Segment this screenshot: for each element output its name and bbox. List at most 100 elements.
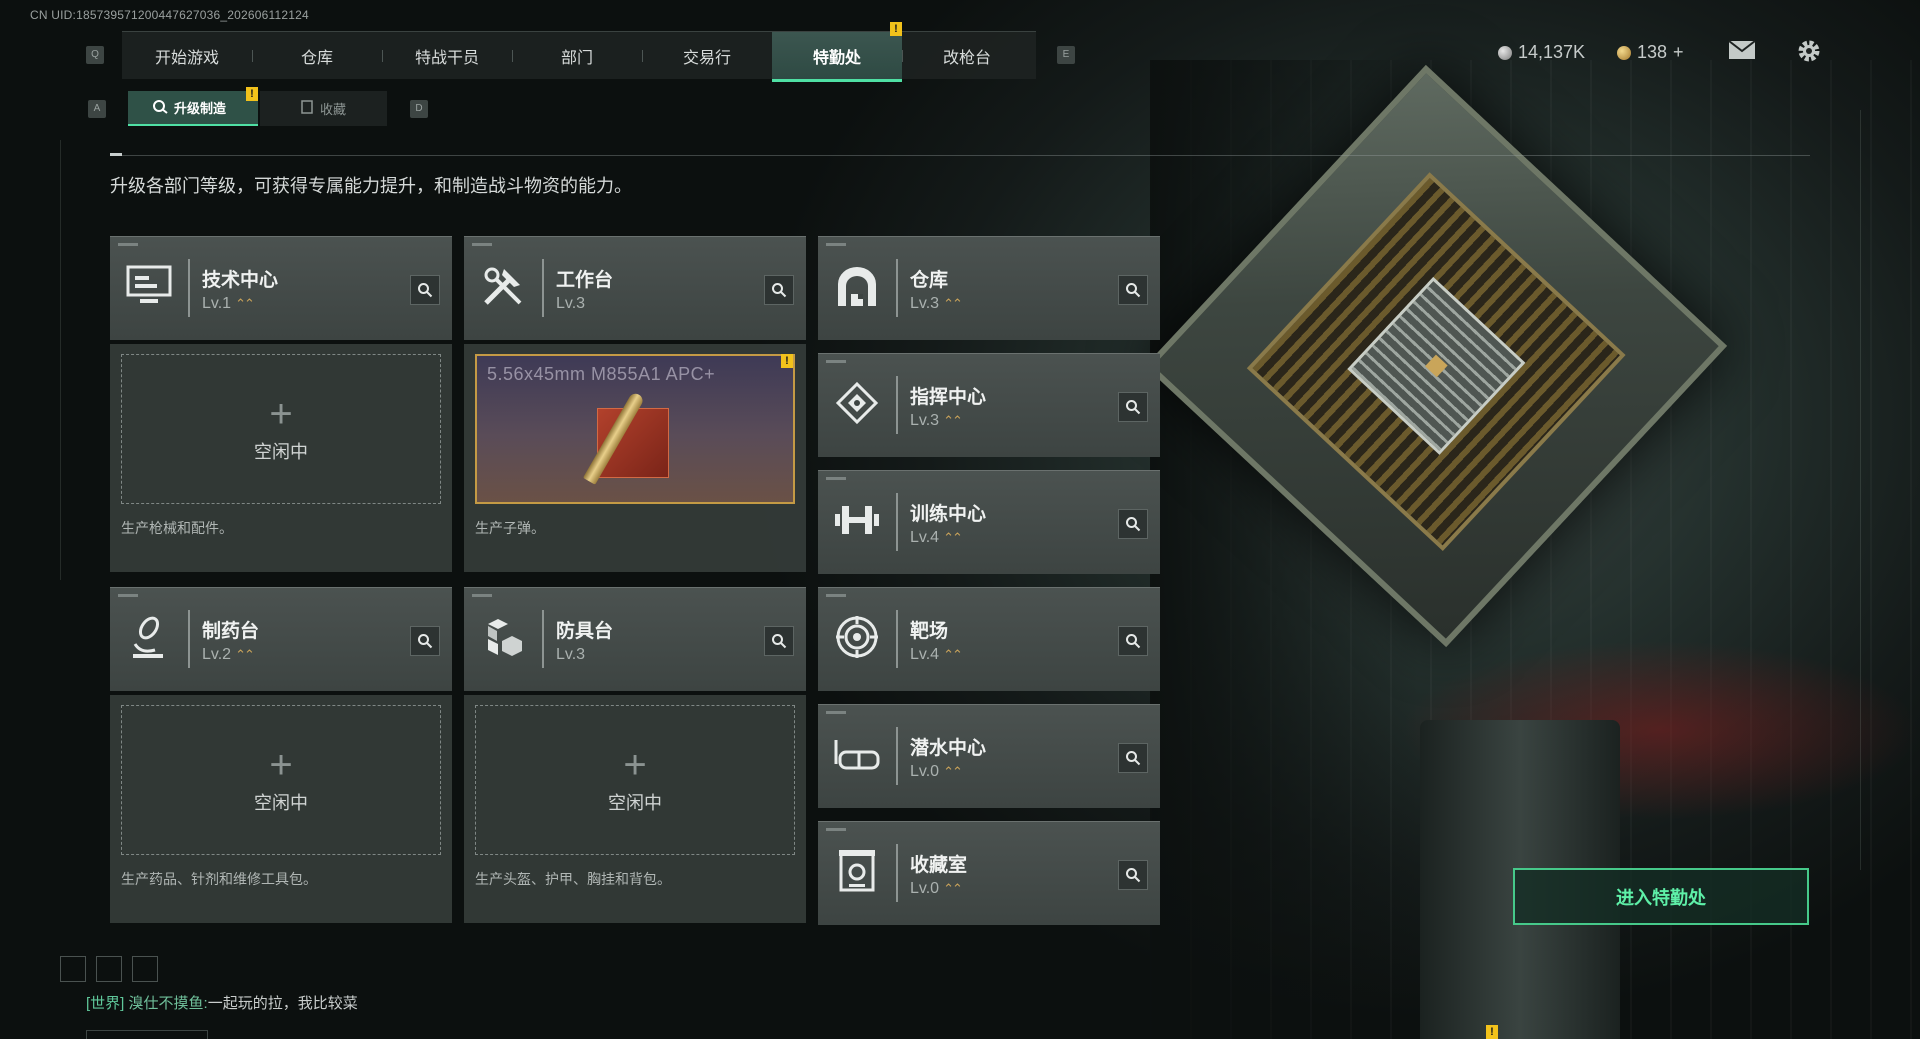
upgrade-arrows-icon: ⌃⌃ [235,296,255,311]
armor-cubes-icon [478,612,528,662]
tab-start-game[interactable]: 开始游戏 [122,32,252,79]
gold-currency[interactable]: 138 + [1617,42,1684,63]
chat-expand-button[interactable] [86,1030,208,1039]
tab-special-ops[interactable]: 特勤处 ! [772,22,902,82]
level-text: Lv.0 [910,880,940,897]
tools-icon [478,261,528,311]
add-plus-icon: + [623,743,647,787]
target-icon [832,612,882,662]
tab-departments[interactable]: 部门 [512,32,642,79]
crafting-item-name: 5.56x45mm M855A1 APC+ [487,364,716,384]
subtab-prev-key-hint: A [88,100,106,118]
card-separator [188,610,190,668]
main-nav: 开始游戏 仓库 特战干员 部门 交易行 特勤处 ! 改枪台 [122,22,1036,82]
tab-trading[interactable]: 交易行 [642,32,772,79]
gold-amount: 138 [1637,42,1668,62]
tab-label: 改枪台 [942,49,991,67]
inspect-search-button[interactable] [410,275,440,305]
dumbbell-icon [832,495,882,545]
subtab-upgrade-craft[interactable]: 升级制造 ! [128,87,258,126]
production-slot-ammo[interactable]: 5.56x45mm M855A1 APC+ ! [475,354,795,504]
quick-slot[interactable] [96,956,122,982]
upgrade-arrows-icon: ⌃⌃ [943,413,963,428]
facility-name: 技术中心 [202,270,279,291]
chat-message: 一起玩的拉，我比较菜 [207,995,358,1012]
user-uid: CN UID:1857395712004476270­36_2026061121… [30,8,309,22]
production-slot-armor[interactable]: + 空闲中 [475,705,795,855]
settings-gear-icon[interactable] [1796,38,1822,70]
search-icon [1126,868,1141,883]
add-gold-button[interactable]: + [1673,42,1684,63]
upgrade-arrows-icon: ⌃⌃ [235,647,255,662]
facility-card-warehouse[interactable]: 仓库 Lv.3 ⌃⌃ [818,236,1160,340]
facility-card-collection-room[interactable]: 收藏室 Lv.0 ⌃⌃ [818,821,1160,925]
tab-warehouse[interactable]: 仓库 [252,32,382,79]
production-description: 生产药品、针剂和维修工具包。 [121,871,317,887]
slot-status: 空闲中 [608,793,662,813]
subtab-collection[interactable]: 收藏 [260,91,387,126]
inspect-search-button[interactable] [1118,392,1148,422]
facility-card-workbench[interactable]: 工作台 Lv.3 [464,236,806,340]
facility-card-pharmacy[interactable]: 制药台 Lv.2 ⌃⌃ [110,587,452,691]
search-icon [1126,400,1141,415]
facility-level: Lv.0 ⌃⌃ [910,763,963,781]
facility-name: 制药台 [202,621,260,642]
level-text: Lv.4 [910,529,940,546]
card-separator [896,610,898,668]
facility-level: Lv.3 ⌃⌃ [910,412,963,430]
facility-name: 收藏室 [910,855,968,876]
inspect-search-button[interactable] [1118,743,1148,773]
tab-gunsmith[interactable]: 改枪台 [902,32,1032,79]
facility-name: 潜水中心 [910,738,987,759]
level-text: Lv.1 [202,295,232,312]
tab-label: 特战干员 [414,49,479,67]
inspect-search-button[interactable] [1118,626,1148,656]
inspect-search-button[interactable] [764,275,794,305]
facility-card-training-center[interactable]: 训练中心 Lv.4 ⌃⌃ [818,470,1160,574]
upgrade-arrows-icon: ⌃⌃ [943,296,963,311]
tab-operators[interactable]: 特战干员 [382,32,512,79]
search-icon [772,283,787,298]
production-description: 生产头盔、护甲、胸挂和背包。 [475,871,671,887]
production-panel-tech: + 空闲中 生产枪械和配件。 [110,344,452,572]
production-description: 生产子弹。 [475,520,545,536]
facility-level: Lv.4 ⌃⌃ [910,646,963,664]
facility-name: 靶场 [910,621,949,642]
quick-slot[interactable] [132,956,158,982]
inspect-search-button[interactable] [1118,860,1148,890]
level-text: Lv.3 [556,646,586,663]
facility-level: Lv.1 ⌃⌃ [202,295,255,313]
enter-special-ops-button[interactable]: 进入特勤处 [1513,868,1809,925]
diving-mask-icon [832,729,882,779]
quick-slot[interactable] [60,956,86,982]
card-tag [826,360,846,363]
world-chat-line[interactable]: [世界] 溴仕不摸鱼:一起玩的拉，我比较菜 [86,992,358,1013]
inspect-search-button[interactable] [410,626,440,656]
bottom-alert-badge: ! [1486,1025,1498,1039]
facility-card-command-center[interactable]: 指挥中心 Lv.3 ⌃⌃ [818,353,1160,457]
card-tag [118,243,138,246]
microscope-icon [124,612,174,662]
facility-name: 训练中心 [910,504,987,525]
production-slot-tech[interactable]: + 空闲中 [121,354,441,504]
tab-label: 特勤处 [812,49,861,67]
facility-card-armor-bench[interactable]: 防具台 Lv.3 [464,587,806,691]
facility-name: 仓库 [910,270,949,291]
inspect-search-button[interactable] [1118,275,1148,305]
inspect-search-button[interactable] [764,626,794,656]
facility-card-tech-center[interactable]: 技术中心 Lv.1 ⌃⌃ [110,236,452,340]
search-icon [1126,517,1141,532]
level-text: Lv.3 [910,295,940,312]
facility-card-shooting-range[interactable]: 靶场 Lv.4 ⌃⌃ [818,587,1160,691]
add-plus-icon: + [269,743,293,787]
production-slot-pharmacy[interactable]: + 空闲中 [121,705,441,855]
facility-card-diving-center[interactable]: 潜水中心 Lv.0 ⌃⌃ [818,704,1160,808]
gold-coin-icon [1617,45,1631,60]
tab-label: 开始游戏 [154,49,219,67]
search-icon [772,634,787,649]
search-icon [1126,751,1141,766]
inspect-search-button[interactable] [1118,509,1148,539]
facility-level: Lv.0 ⌃⌃ [910,880,963,898]
mail-icon[interactable] [1728,40,1756,66]
card-separator [896,259,898,317]
